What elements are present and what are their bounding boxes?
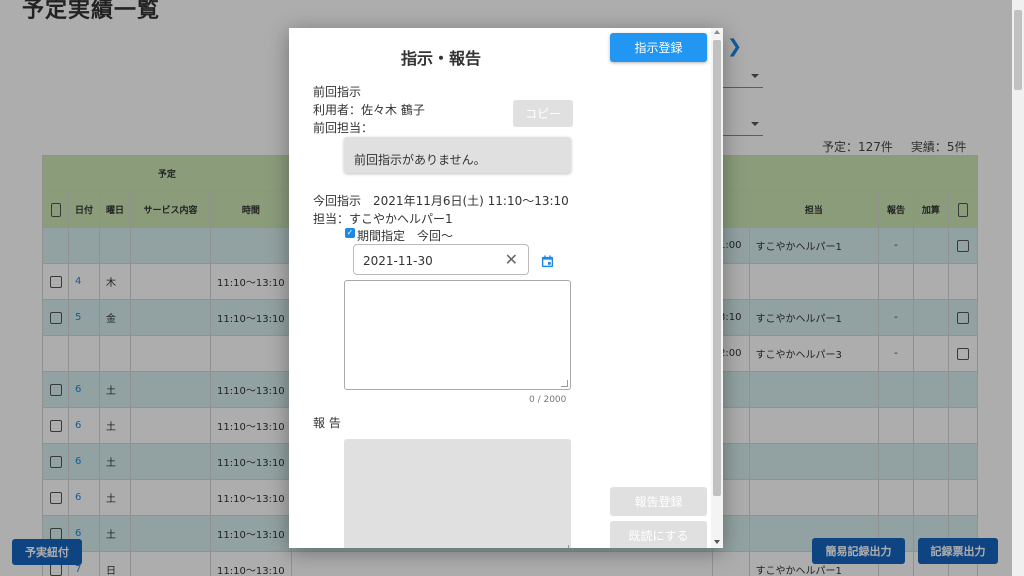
period-from: 今回〜	[417, 229, 454, 243]
dialog-scrollbar-thumb[interactable]	[713, 40, 721, 496]
scroll-up-icon[interactable]	[714, 30, 720, 34]
register-instruction-button[interactable]: 指示登録	[610, 33, 707, 62]
page-scrollbar[interactable]	[1012, 0, 1024, 576]
prev-instruction-box: 前回指示がありません。	[344, 137, 571, 173]
register-report-button[interactable]: 報告登録	[610, 487, 707, 516]
resize-grip-icon	[562, 545, 569, 548]
page-scrollbar-thumb[interactable]	[1014, 10, 1022, 90]
dialog-scrollbar[interactable]	[711, 28, 723, 548]
resize-grip-icon[interactable]	[561, 380, 568, 387]
period-line: 期間指定 今回〜	[357, 227, 453, 244]
period-date-value: 2021-11-30	[363, 254, 433, 268]
copy-button[interactable]: コピー	[513, 100, 573, 127]
report-label: 報 告	[313, 416, 341, 430]
instruction-textarea[interactable]	[344, 280, 571, 390]
report-textarea	[344, 439, 571, 548]
user-name: 利用者：佐々木 鶴子	[313, 103, 425, 117]
calendar-icon[interactable]	[541, 255, 554, 268]
current-instruction-line: 今回指示 2021年11月6日(土) 11:10〜13:10	[313, 192, 569, 209]
clear-icon[interactable]: ✕	[505, 250, 518, 269]
char-counter: 0 / 2000	[529, 395, 567, 405]
period-label: 期間指定	[357, 229, 406, 243]
prev-instruction-label: 前回指示	[313, 85, 362, 99]
scroll-down-icon[interactable]	[714, 540, 720, 544]
prev-staff: 前回担当：	[313, 121, 374, 135]
mark-read-button[interactable]: 既読にする	[610, 521, 707, 548]
current-instruction-label: 今回指示	[313, 194, 362, 208]
period-date-field[interactable]: 2021-11-30 ✕	[353, 244, 529, 275]
period-checkbox[interactable]: ✓	[345, 228, 355, 238]
current-datetime: 2021年11月6日(土) 11:10〜13:10	[373, 194, 569, 208]
instruction-report-dialog: 指示・報告 指示登録 前回指示 利用者：佐々木 鶴子 前回担当： コピー 前回指…	[289, 28, 723, 548]
dialog-title: 指示・報告	[401, 49, 482, 68]
current-staff: 担当：すこやかヘルパー1	[313, 212, 453, 226]
